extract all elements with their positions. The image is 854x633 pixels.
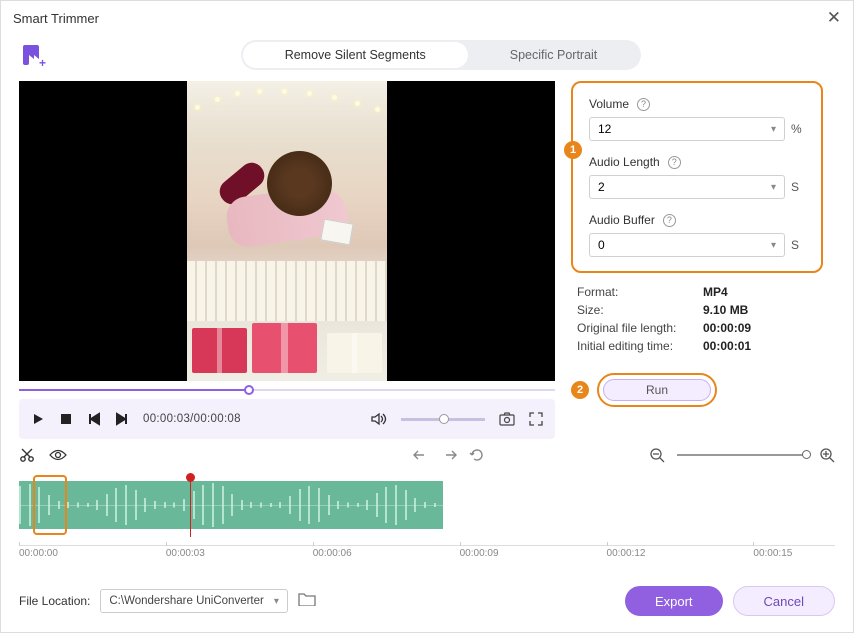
file-location-label: File Location: <box>19 594 90 608</box>
playhead[interactable] <box>190 473 191 537</box>
redo-icon[interactable] <box>441 448 457 462</box>
selection-marker[interactable] <box>33 475 67 535</box>
zoom-slider[interactable] <box>677 454 807 456</box>
playback-controls: 00:00:03/00:00:08 <box>19 399 555 439</box>
audio-buffer-label: Audio Buffer? <box>589 213 805 227</box>
folder-icon[interactable] <box>298 591 316 611</box>
refresh-icon[interactable] <box>469 447 485 463</box>
next-frame-icon[interactable] <box>115 412 129 426</box>
chevron-down-icon: ▾ <box>771 182 776 193</box>
help-icon[interactable]: ? <box>637 98 650 111</box>
export-button[interactable]: Export <box>625 586 723 616</box>
playback-time: 00:00:03/00:00:08 <box>143 413 241 425</box>
audio-buffer-unit: S <box>791 238 805 252</box>
titlebar: Smart Trimmer ✕ <box>1 1 853 35</box>
svg-text:+: + <box>39 56 46 69</box>
prev-frame-icon[interactable] <box>87 412 101 426</box>
timeline-toolbar <box>19 447 835 463</box>
callout-2: 2 <box>571 381 589 399</box>
stop-icon[interactable] <box>59 412 73 426</box>
window-title: Smart Trimmer <box>13 11 827 26</box>
audio-length-label: Audio Length? <box>589 155 805 169</box>
zoom-in-icon[interactable] <box>819 447 835 463</box>
chevron-down-icon: ▾ <box>771 240 776 251</box>
file-meta: Format:MP4 Size:9.10 MB Original file le… <box>571 285 823 353</box>
volume-label: Volume? <box>589 97 805 111</box>
volume-input[interactable]: 12▾ <box>589 117 785 141</box>
tab-specific-portrait[interactable]: Specific Portrait <box>468 42 640 68</box>
undo-icon[interactable] <box>413 448 429 462</box>
close-icon[interactable]: ✕ <box>827 8 841 28</box>
cut-icon[interactable] <box>19 447 35 463</box>
app-logo-icon: + <box>19 41 47 69</box>
tab-remove-silent[interactable]: Remove Silent Segments <box>243 42 468 68</box>
top-row: + Remove Silent Segments Specific Portra… <box>1 35 853 75</box>
run-highlight: Run <box>597 373 717 407</box>
audio-length-input[interactable]: 2▾ <box>589 175 785 199</box>
zoom-out-icon[interactable] <box>649 447 665 463</box>
progress-slider[interactable] <box>19 385 555 395</box>
eye-icon[interactable] <box>49 448 67 462</box>
waveform-timeline[interactable] <box>19 473 835 537</box>
time-ruler: 00:00:00 00:00:03 00:00:06 00:00:09 00:0… <box>19 545 835 565</box>
video-preview <box>19 81 555 381</box>
help-icon[interactable]: ? <box>668 156 681 169</box>
settings-panel: 1 Volume? 12▾ % Audio Length? 2▾ S Audio… <box>571 81 823 273</box>
callout-1: 1 <box>564 141 582 159</box>
fullscreen-icon[interactable] <box>529 412 543 426</box>
play-icon[interactable] <box>31 412 45 426</box>
audio-buffer-input[interactable]: 0▾ <box>589 233 785 257</box>
volume-slider[interactable] <box>401 418 485 421</box>
volume-unit: % <box>791 122 805 136</box>
cancel-button[interactable]: Cancel <box>733 586 835 616</box>
video-frame <box>187 81 387 381</box>
audio-length-unit: S <box>791 180 805 194</box>
help-icon[interactable]: ? <box>663 214 676 227</box>
mode-tabs: Remove Silent Segments Specific Portrait <box>241 40 642 70</box>
footer: File Location: C:\Wondershare UniConvert… <box>19 586 835 616</box>
run-button[interactable]: Run <box>603 379 711 401</box>
chevron-down-icon: ▾ <box>274 596 279 607</box>
volume-icon[interactable] <box>371 412 387 426</box>
snapshot-icon[interactable] <box>499 412 515 426</box>
file-location-select[interactable]: C:\Wondershare UniConverter▾ <box>100 589 288 613</box>
chevron-down-icon: ▾ <box>771 124 776 135</box>
